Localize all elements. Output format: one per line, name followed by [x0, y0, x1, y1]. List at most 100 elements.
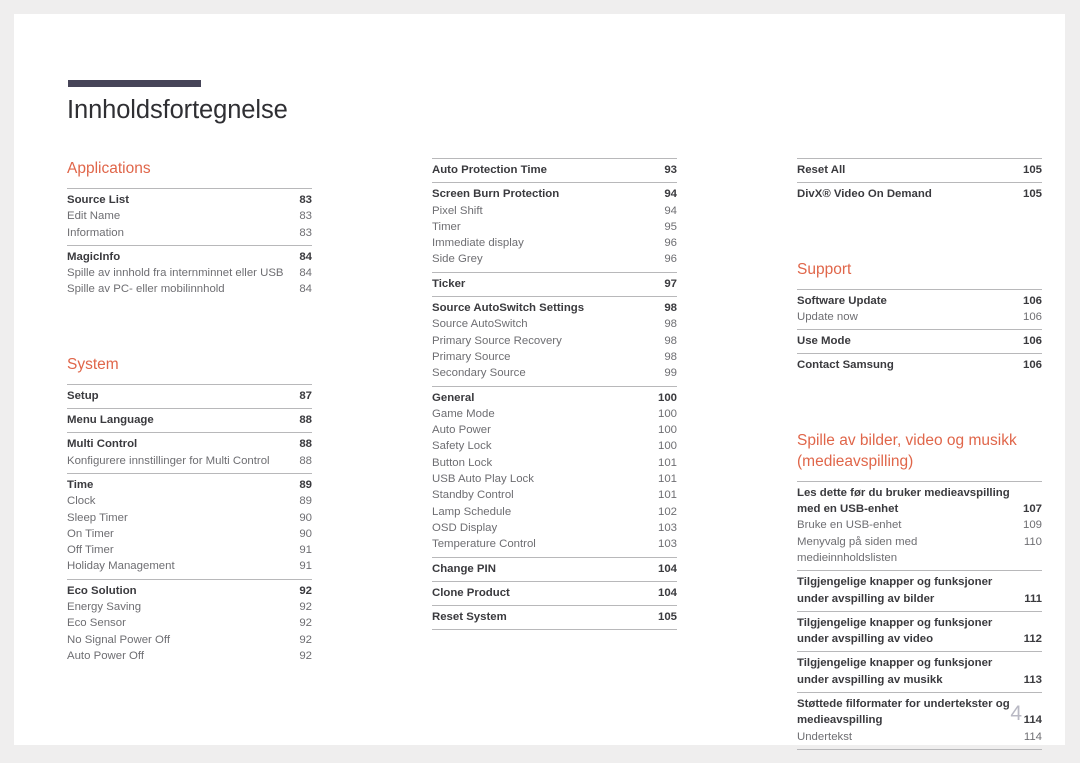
- toc-entry[interactable]: Use Mode 106: [797, 333, 1042, 349]
- toc-entry[interactable]: Game Mode 100: [432, 406, 677, 422]
- toc-entry[interactable]: Source AutoSwitch Settings 98: [432, 300, 677, 316]
- toc-entry[interactable]: Auto Protection Time 93: [432, 162, 677, 178]
- toc-entry[interactable]: Setup 87: [67, 388, 312, 404]
- toc-entry-page: 92: [299, 649, 312, 662]
- toc-entry[interactable]: Konfigurere innstillinger for Multi Cont…: [67, 453, 312, 469]
- toc-entry[interactable]: Contact Samsung 106: [797, 357, 1042, 373]
- toc-entry-page: 98: [664, 302, 677, 315]
- toc-entry-label: Setup: [67, 389, 99, 402]
- toc-entry[interactable]: General 100: [432, 390, 677, 406]
- toc-entry[interactable]: MagicInfo 84: [67, 249, 312, 265]
- toc-entry[interactable]: Clone Product 104: [432, 585, 677, 601]
- toc-entry-label: Button Lock: [432, 456, 493, 469]
- toc-entry[interactable]: Change PIN 104: [432, 561, 677, 577]
- toc-entry-page: 100: [657, 407, 677, 420]
- toc-entry[interactable]: Tilgjengelige knapper og funksjoner unde…: [797, 615, 1042, 648]
- toc-group: Source List 83 Edit Name 83 Information 83: [67, 188, 312, 245]
- toc-entry-page: 103: [657, 538, 677, 551]
- toc-entry[interactable]: Eco Solution 92: [67, 583, 312, 599]
- toc-entry[interactable]: Software Update 106: [797, 293, 1042, 309]
- toc-entry-page: 100: [657, 391, 677, 404]
- toc-entry[interactable]: Tilgjengelige knapper og funksjoner unde…: [797, 574, 1042, 607]
- toc-entry-label: No Signal Power Off: [67, 633, 170, 646]
- toc-entry[interactable]: Menu Language 88: [67, 412, 312, 428]
- toc-entry[interactable]: Auto Power 100: [432, 422, 677, 438]
- toc-entry-label: Safety Lock: [432, 440, 492, 453]
- toc-entry-label: Game Mode: [432, 407, 495, 420]
- toc-entry-label: Tilgjengelige knapper og funksjoner unde…: [797, 576, 993, 605]
- toc-entry[interactable]: Støttede filformater for undertekster og…: [797, 696, 1042, 729]
- toc-entry[interactable]: Screen Burn Protection 94: [432, 186, 677, 202]
- toc-entry[interactable]: Primary Source Recovery 98: [432, 333, 677, 349]
- toc-entry[interactable]: Immediate display 96: [432, 235, 677, 251]
- toc-entry-label: Menyvalg på siden med medieinnholdsliste…: [797, 535, 918, 564]
- toc-entry[interactable]: Reset System 105: [432, 609, 677, 625]
- toc-entry[interactable]: DivX® Video On Demand 105: [797, 186, 1042, 202]
- toc-entry[interactable]: Energy Saving 92: [67, 599, 312, 615]
- toc-entry-page: 92: [299, 617, 312, 630]
- toc-entry-label: Bruke en USB-enhet: [797, 519, 902, 532]
- toc-entry[interactable]: Bruke en USB-enhet 109: [797, 517, 1042, 533]
- toc-entry-page: 88: [299, 414, 312, 427]
- toc-entry[interactable]: Time 89: [67, 477, 312, 493]
- page-number: 4: [1010, 702, 1022, 725]
- toc-entry[interactable]: Information 83: [67, 225, 312, 241]
- toc-entry[interactable]: Source List 83: [67, 192, 312, 208]
- toc-entry-label: Eco Sensor: [67, 617, 126, 630]
- toc-entry[interactable]: Auto Power Off 92: [67, 648, 312, 664]
- toc-entry-label: Source List: [67, 194, 130, 206]
- toc-entry[interactable]: Spille av PC- eller mobilinnhold 84: [67, 281, 312, 297]
- toc-entry[interactable]: Timer 95: [432, 219, 677, 235]
- toc-entry[interactable]: Tilgjengelige knapper og funksjoner unde…: [797, 655, 1042, 688]
- toc-entry[interactable]: Safety Lock 100: [432, 438, 677, 454]
- toc-entry[interactable]: Lamp Schedule 102: [432, 504, 677, 520]
- toc-entry[interactable]: Secondary Source 99: [432, 365, 677, 381]
- toc-entry[interactable]: Off Timer 91: [67, 542, 312, 558]
- toc-entry[interactable]: Primary Source 98: [432, 349, 677, 365]
- toc-entry-page: 93: [664, 164, 677, 176]
- toc-entry[interactable]: Ticker 97: [432, 276, 677, 292]
- toc-entry-page: 113: [1023, 673, 1042, 686]
- toc-entry[interactable]: Multi Control 88: [67, 436, 312, 452]
- toc-entry[interactable]: Source AutoSwitch 98: [432, 316, 677, 332]
- toc-group: Source AutoSwitch Settings 98 Source AutoS…: [432, 296, 677, 385]
- toc-entry[interactable]: Les dette før du bruker medieavspilling …: [797, 485, 1042, 518]
- toc-entry[interactable]: Button Lock 101: [432, 455, 677, 471]
- toc-entry-page: 104: [657, 586, 677, 599]
- toc-entry[interactable]: Temperature Control 103: [432, 536, 677, 552]
- toc-entry[interactable]: Update now 106: [797, 309, 1042, 325]
- toc-entry-page: 112: [1023, 633, 1042, 646]
- toc-entry[interactable]: Undertekst 114: [797, 729, 1042, 745]
- toc-entry[interactable]: Holiday Management 91: [67, 558, 312, 574]
- toc-entry[interactable]: Eco Sensor 92: [67, 615, 312, 631]
- toc-entry[interactable]: Menyvalg på siden med medieinnholdsliste…: [797, 534, 1042, 567]
- toc-entry-page: 91: [299, 544, 312, 557]
- toc-entry[interactable]: Standby Control 101: [432, 487, 677, 503]
- toc-entry[interactable]: Side Grey 96: [432, 251, 677, 267]
- toc-group: DivX® Video On Demand 105: [797, 182, 1042, 206]
- toc-entry[interactable]: USB Auto Play Lock 101: [432, 471, 677, 487]
- toc-entry[interactable]: Sleep Timer 90: [67, 510, 312, 526]
- toc-entry[interactable]: Reset All 105: [797, 162, 1042, 178]
- toc-entry-page: 98: [664, 334, 677, 347]
- toc-entry-page: 101: [657, 489, 677, 502]
- toc-entry-page: 109: [1022, 519, 1042, 532]
- toc-group: Multi Control 88 Konfigurere innstillinger…: [67, 432, 312, 473]
- toc-entry[interactable]: Clock 89: [67, 493, 312, 509]
- toc-entry[interactable]: On Timer 90: [67, 526, 312, 542]
- toc-entry-label: Auto Power: [432, 424, 491, 437]
- toc-entry[interactable]: OSD Display 103: [432, 520, 677, 536]
- toc-entry-page: 96: [664, 253, 677, 266]
- toc-entry[interactable]: No Signal Power Off 92: [67, 632, 312, 648]
- toc-section-heading: Applications: [67, 160, 151, 177]
- toc-column: Auto Protection Time 93 Screen Burn Protec…: [432, 158, 677, 750]
- toc-entry-page: 99: [664, 367, 677, 380]
- toc-entry[interactable]: Spille av innhold fra internminnet eller…: [67, 265, 312, 281]
- toc-entry-page: 89: [299, 478, 312, 491]
- toc-entry-page: 88: [299, 454, 312, 467]
- toc-entry-page: 87: [299, 389, 312, 402]
- toc-entry[interactable]: Pixel Shift 94: [432, 203, 677, 219]
- toc-entry[interactable]: Edit Name 83: [67, 208, 312, 224]
- toc-group: Tilgjengelige knapper og funksjoner unde…: [797, 610, 1042, 652]
- toc-entry-label: Primary Source Recovery: [432, 334, 562, 347]
